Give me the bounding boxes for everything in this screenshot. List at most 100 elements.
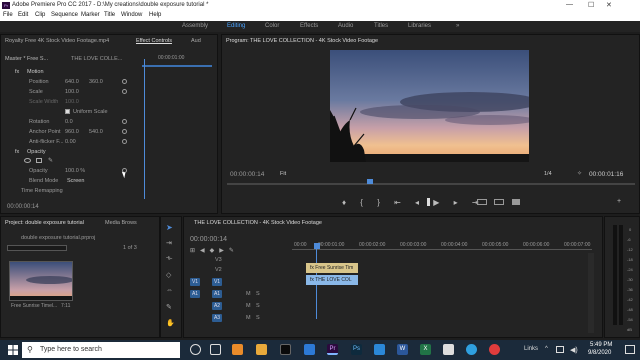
clip-v1[interactable]: fx THE LOVE COL [306,275,358,285]
workspace-assembly[interactable]: Assembly [182,23,208,29]
menu-window[interactable]: Window [121,12,142,18]
anti-flicker-value[interactable]: 0.00 [65,139,76,145]
windows-start-icon[interactable] [8,345,18,355]
menu-file[interactable]: File [3,12,13,18]
reset-icon[interactable] [122,129,127,134]
mail-icon[interactable] [374,344,385,355]
anchor-y-value[interactable]: 540.0 [89,129,103,135]
minimize-button[interactable]: — [566,1,573,8]
vlc-icon[interactable] [232,344,243,355]
track-v2-label[interactable]: V2 [215,267,222,273]
timeline-scrollbar[interactable] [588,253,594,333]
solo-a1-button[interactable]: S [256,291,260,297]
pen-tool-icon[interactable]: ✎ [166,303,172,311]
mute-a2-button[interactable]: M [246,303,251,309]
camera-icon[interactable] [512,199,520,205]
timeline-current-time[interactable]: 00:00:00:14 [190,236,227,243]
program-playhead[interactable] [367,179,373,184]
program-video-frame[interactable] [330,50,529,162]
anchor-x-value[interactable]: 960.0 [65,129,79,135]
track-v3-label[interactable]: V3 [215,257,222,263]
taskbar-clock-date[interactable]: 9/8/2020 [588,350,611,356]
tab-effect-controls[interactable]: Effect Controls [136,38,172,44]
ripple-edit-tool-icon[interactable]: ⟛ [166,255,172,263]
twirl-down-icon[interactable] [9,192,13,196]
ec-current-time[interactable]: 00:00:00:14 [7,204,39,210]
mute-a1-button[interactable]: M [246,291,251,297]
source-patch-v1[interactable]: V1 [190,278,200,286]
terminal-icon[interactable] [280,344,291,355]
timeline-tool-icons[interactable]: ⊞◀◆▶✎ [190,247,270,255]
sequence-clip-label[interactable]: THE LOVE COLLE... [71,56,122,62]
workspace-editing[interactable]: Editing [227,23,245,29]
media-app-icon[interactable] [489,344,500,355]
reset-icon[interactable] [122,89,127,94]
ellipse-mask-icon[interactable] [24,158,31,163]
excel-taskbar-icon[interactable]: X [420,344,431,355]
time-remapping-section[interactable]: Time Remapping [21,188,63,194]
overwrite-icon[interactable] [494,199,504,205]
insert-icon[interactable] [477,199,487,205]
word-taskbar-icon[interactable]: W [397,344,408,355]
tab-media-browser[interactable]: Media Brows [105,220,137,226]
menu-title[interactable]: Title [104,12,115,18]
opacity-section[interactable]: Opacity [27,149,46,155]
source-tab[interactable]: Royalty Free 4K Stock Video Footage.mp4 [5,38,109,44]
track-select-tool-icon[interactable]: ⇥ [166,239,172,247]
timeline-playhead-handle[interactable] [314,243,320,249]
razor-tool-icon[interactable]: ◇ [166,271,171,279]
pen-mask-icon[interactable]: ✎ [48,157,53,164]
uniform-scale-checkbox[interactable] [65,109,70,114]
sequence-tab[interactable]: THE LOVE COLLECTION - 4K Stock Video Foo… [194,220,322,226]
fit-select[interactable]: Fit [280,171,286,177]
workspace-color[interactable]: Color [265,23,279,29]
cortana-icon[interactable] [190,344,201,355]
workspace-more[interactable]: » [456,23,459,29]
taskbar-search-box[interactable]: ⚲ Type here to search [22,342,180,358]
track-a3-label[interactable]: A3 [212,314,222,322]
motion-section[interactable]: Motion [27,69,44,75]
calculator-icon[interactable] [443,344,454,355]
position-y-value[interactable]: 360.0 [89,79,103,85]
taskbar-clock-time[interactable]: 5:49 PM [590,342,612,348]
reset-icon[interactable] [122,79,127,84]
file-explorer-icon[interactable] [256,344,267,355]
reset-icon[interactable] [122,139,127,144]
blend-mode-select[interactable]: Screen [67,178,84,184]
add-button-icon[interactable]: + [617,198,621,205]
taskbar-links-toolbar[interactable]: Links [524,346,538,352]
rotation-value[interactable]: 0.0 [65,119,73,125]
solo-a2-button[interactable]: S [256,303,260,309]
network-icon[interactable] [556,346,564,353]
ec-playhead[interactable] [144,59,145,199]
tray-expand-icon[interactable]: ^ [545,346,548,352]
tab-audio[interactable]: Aud [191,38,201,44]
volume-icon[interactable]: ◀) [570,346,578,354]
edge-browser-icon[interactable] [466,344,477,355]
wrench-icon[interactable]: ✧ [577,170,583,177]
solo-a3-button[interactable]: S [256,315,260,321]
opacity-value[interactable]: 100.0 % [65,168,85,174]
master-clip-label[interactable]: Master * Free S... [5,56,48,62]
program-timebar[interactable] [227,183,635,185]
program-monitor-title[interactable]: Program: THE LOVE COLLECTION - 4K Stock … [226,38,378,44]
maximize-button[interactable]: ☐ [588,1,594,9]
menu-marker[interactable]: Marker [81,12,100,18]
menu-help[interactable]: Help [149,12,161,18]
slip-tool-icon[interactable]: ⇔ [166,287,173,294]
store-icon[interactable] [304,344,315,355]
resolution-select[interactable]: 1/4 [544,171,552,177]
hand-tool-icon[interactable]: ✋ [166,319,175,327]
tab-project[interactable]: Project: double exposure tutorial [5,220,84,226]
scale-value[interactable]: 100.0 [65,89,79,95]
timeline-ruler[interactable] [292,249,592,250]
close-button[interactable]: ✕ [606,1,612,9]
task-view-icon[interactable] [210,344,221,355]
position-x-value[interactable]: 640.0 [65,79,79,85]
mute-a3-button[interactable]: M [246,315,251,321]
workspace-titles[interactable]: Titles [374,23,388,29]
workspace-libraries[interactable]: Libraries [408,23,431,29]
premiere-taskbar-icon[interactable]: Pr [327,344,338,355]
workspace-audio[interactable]: Audio [338,23,353,29]
play-button[interactable] [427,198,437,206]
